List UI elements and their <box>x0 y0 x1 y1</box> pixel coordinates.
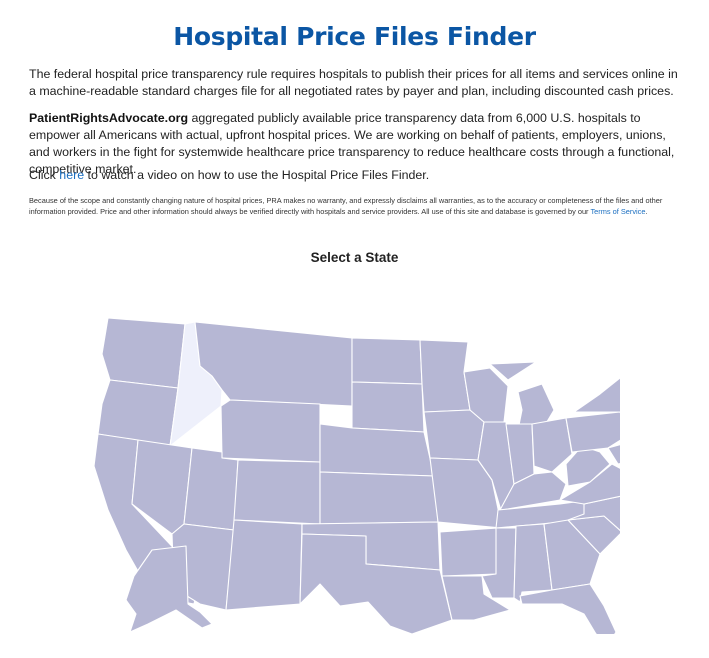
state-arkansas[interactable] <box>439 527 499 577</box>
state-pennsylvania[interactable] <box>565 411 620 453</box>
video-suffix: to watch a video on how to use the Hospi… <box>84 168 430 182</box>
video-link[interactable]: here <box>59 168 84 182</box>
disclaimer-text: Because of the scope and constantly chan… <box>29 196 663 216</box>
state-wyoming[interactable] <box>220 399 321 463</box>
state-north-dakota[interactable] <box>351 337 423 385</box>
state-new-york[interactable] <box>573 376 620 418</box>
disclaimer-end: . <box>645 206 648 216</box>
us-state-map[interactable] <box>90 314 620 634</box>
state-south-dakota[interactable] <box>351 381 425 433</box>
state-washington[interactable] <box>101 317 186 389</box>
state-utah[interactable] <box>183 447 239 531</box>
disclaimer: Because of the scope and constantly chan… <box>29 196 689 217</box>
state-nebraska[interactable] <box>319 423 435 477</box>
video-paragraph: Click here to watch a video on how to us… <box>29 167 681 184</box>
state-colorado[interactable] <box>233 459 321 525</box>
brand-name: PatientRightsAdvocate.org <box>29 111 189 125</box>
terms-of-service-link[interactable]: Terms of Service <box>590 207 645 216</box>
intro-paragraph: The federal hospital price transparency … <box>29 67 678 98</box>
video-prefix: Click <box>29 168 60 182</box>
state-minnesota[interactable] <box>419 339 471 413</box>
state-new-mexico[interactable] <box>225 519 303 611</box>
state-kansas[interactable] <box>319 471 439 525</box>
select-state-heading: Select a State <box>310 250 399 265</box>
page: Hospital Price Files Finder The federal … <box>0 0 709 658</box>
state-iowa[interactable] <box>423 409 485 461</box>
page-title: Hospital Price Files Finder <box>173 22 536 51</box>
